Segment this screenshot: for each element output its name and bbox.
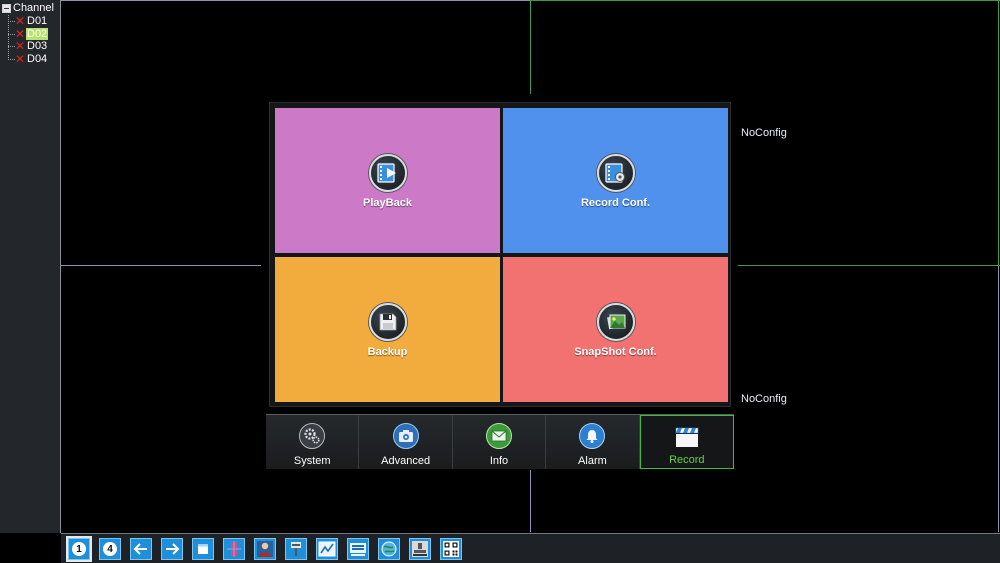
quad-view-label: 4 xyxy=(107,543,113,555)
arrow-left-icon xyxy=(133,543,147,555)
channel-status-bottom: NoConfig xyxy=(741,393,787,405)
tab-info-label: Info xyxy=(489,455,509,467)
channel-item-d03[interactable]: ✕ D03 xyxy=(8,40,48,52)
monitor-icon xyxy=(350,543,366,556)
bottom-toolbar: 1 4 xyxy=(61,533,1000,563)
qr-code-icon xyxy=(443,541,459,557)
tree-branch xyxy=(8,33,15,35)
arrow-right-icon xyxy=(166,543,180,555)
menu-tab-bar: System Advanced Info Alarm Record xyxy=(266,414,735,469)
image-adjust-button[interactable] xyxy=(285,538,307,560)
disconnected-icon: ✕ xyxy=(15,39,26,53)
next-button[interactable] xyxy=(161,538,183,560)
channel-item-d01[interactable]: ✕ D01 xyxy=(8,15,48,27)
disconnected-icon: ✕ xyxy=(15,52,26,66)
playback-icon xyxy=(368,154,407,192)
channel-label: D01 xyxy=(27,15,48,27)
snapshot-conf-tile[interactable]: SnapShot Conf. xyxy=(503,257,728,402)
qr-code-button[interactable] xyxy=(440,538,462,560)
playback-label: PlayBack xyxy=(363,197,412,209)
tree-branch xyxy=(8,45,15,47)
save-icon xyxy=(368,303,407,341)
tab-alarm[interactable]: Alarm xyxy=(546,415,640,469)
grid-right-active xyxy=(998,0,999,266)
tab-advanced-label: Advanced xyxy=(381,455,431,467)
chart-button[interactable] xyxy=(316,538,338,560)
channel-label: D03 xyxy=(27,40,48,52)
grid-top-active xyxy=(530,0,1000,1)
bell-icon xyxy=(579,423,606,449)
channel-label: D02 xyxy=(26,28,49,40)
grid-right-border xyxy=(998,266,999,532)
knife-switch-icon xyxy=(291,542,301,556)
ptz-icon xyxy=(227,541,241,557)
stop-icon xyxy=(198,544,208,554)
tab-record[interactable]: Record xyxy=(639,415,735,469)
channel-tree-root[interactable]: Channel xyxy=(2,2,54,15)
clapperboard-icon xyxy=(674,424,700,450)
record-conf-label: Record Conf. xyxy=(580,197,651,209)
previous-button[interactable] xyxy=(130,538,152,560)
tab-advanced[interactable]: Advanced xyxy=(359,415,453,469)
person-icon xyxy=(257,541,273,557)
single-view-button[interactable]: 1 xyxy=(66,536,92,562)
grid-divider-left xyxy=(61,265,261,266)
collapse-icon[interactable] xyxy=(2,4,11,13)
stamp-icon xyxy=(412,541,428,557)
network-button[interactable] xyxy=(378,538,400,560)
mail-icon xyxy=(486,423,513,449)
tab-alarm-label: Alarm xyxy=(578,455,607,467)
tab-info[interactable]: Info xyxy=(452,415,547,469)
grid-divider-bottom xyxy=(530,470,531,532)
ptz-button[interactable] xyxy=(223,538,245,560)
backup-tile[interactable]: Backup xyxy=(275,257,500,402)
line-chart-icon xyxy=(318,541,336,557)
main-menu-panel: PlayBack Record Conf. Backup SnapShot Co… xyxy=(269,102,731,407)
grid-divider-top-active xyxy=(530,0,531,94)
quad-view-button[interactable]: 4 xyxy=(99,538,121,560)
backup-label: Backup xyxy=(367,346,408,358)
channel-status-top: NoConfig xyxy=(741,127,787,139)
camera-icon xyxy=(392,423,419,449)
playback-toolbar-button[interactable] xyxy=(347,538,369,560)
grid-divider-right-active xyxy=(738,265,1000,266)
user-button[interactable] xyxy=(409,538,431,560)
tree-branch xyxy=(8,20,15,22)
record-conf-icon xyxy=(596,154,635,192)
disconnected-icon: ✕ xyxy=(15,14,26,28)
color-adjust-button[interactable] xyxy=(254,538,276,560)
gear-icon xyxy=(299,423,326,449)
tab-record-label: Record xyxy=(669,454,705,466)
globe-icon xyxy=(381,541,397,557)
snapshot-icon xyxy=(596,303,635,341)
record-conf-tile[interactable]: Record Conf. xyxy=(503,108,728,253)
stop-button[interactable] xyxy=(192,538,214,560)
channel-label: D04 xyxy=(27,53,48,65)
channel-item-d04[interactable]: ✕ D04 xyxy=(8,53,48,65)
snapshot-conf-label: SnapShot Conf. xyxy=(574,346,657,358)
tab-system-label: System xyxy=(293,455,331,467)
channel-sidebar: Channel ✕ D01 ✕ D02 ✕ D03 ✕ D04 xyxy=(0,0,61,533)
tab-system[interactable]: System xyxy=(266,415,360,469)
single-view-label: 1 xyxy=(76,543,82,555)
playback-tile[interactable]: PlayBack xyxy=(275,108,500,253)
tree-branch xyxy=(8,58,15,60)
